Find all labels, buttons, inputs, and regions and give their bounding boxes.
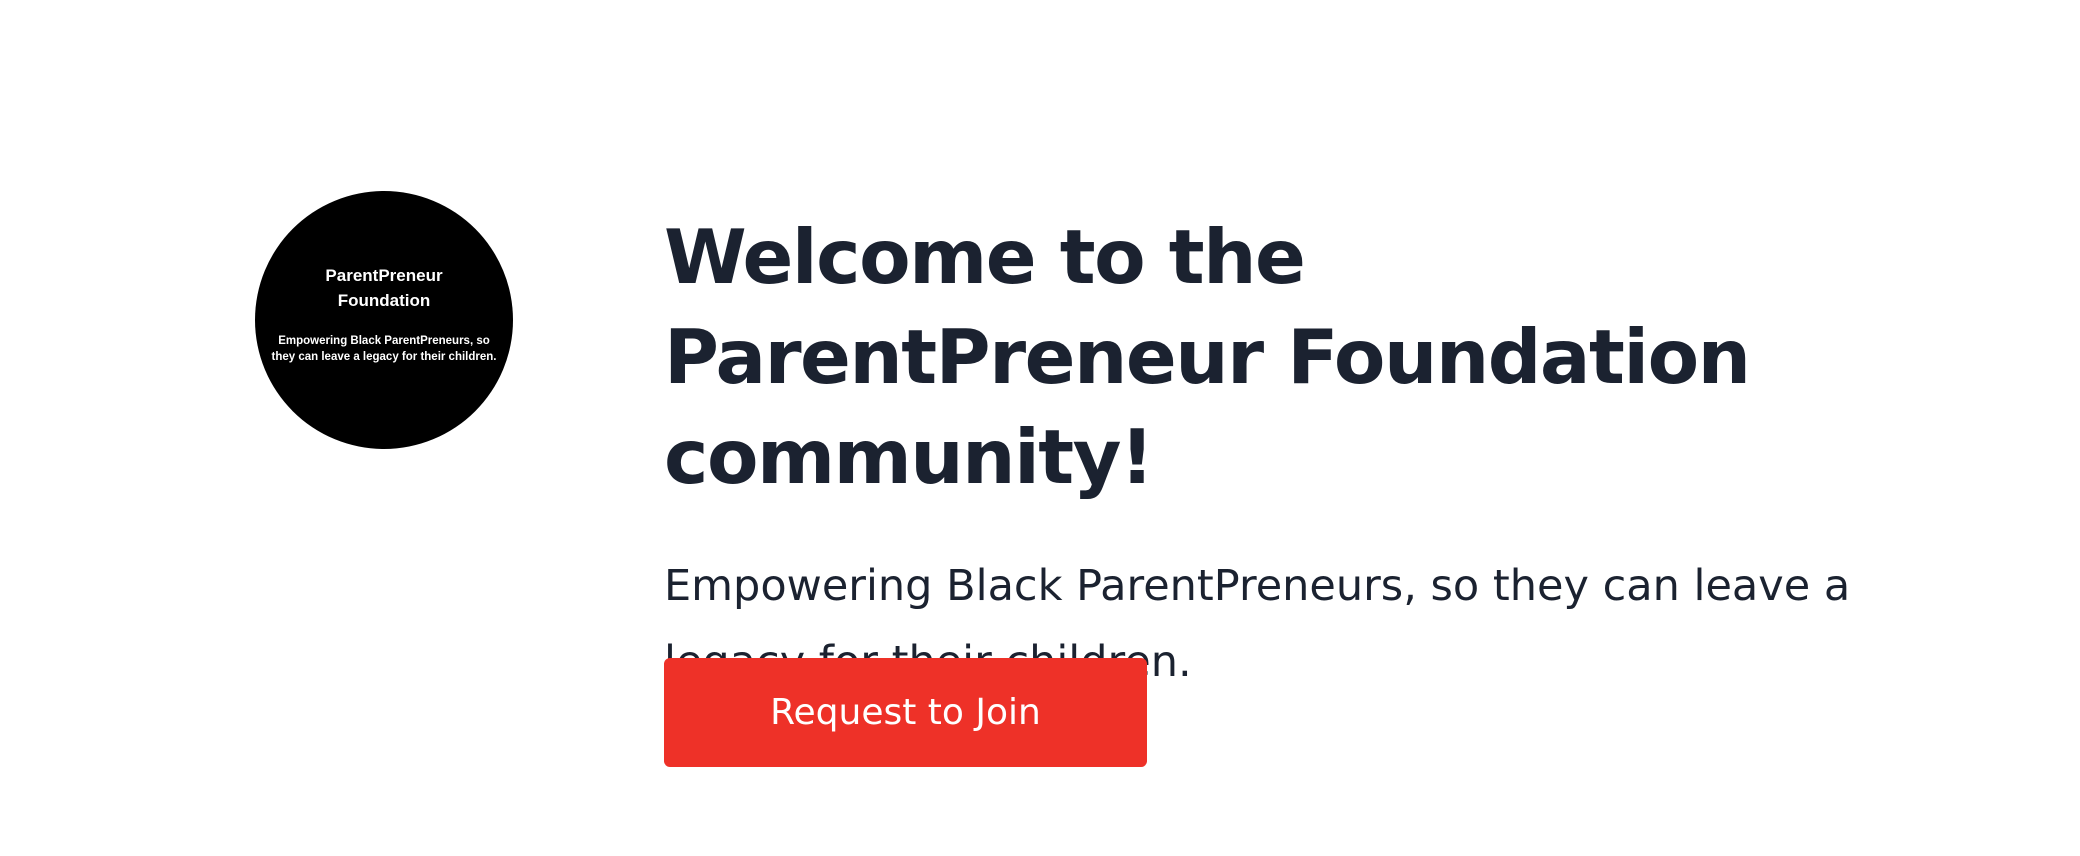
community-landing-page: ParentPreneur Foundation Empowering Blac… [0,0,2080,856]
logo-tagline: Empowering Black ParentPreneurs, so they… [271,335,497,363]
request-to-join-button[interactable]: Request to Join [664,658,1147,767]
community-logo: ParentPreneur Foundation Empowering Blac… [255,191,513,449]
hero-content: Welcome to the ParentPreneur Foundation … [664,207,1964,700]
logo-name-line1: ParentPreneur [325,266,443,285]
logo-name: ParentPreneur Foundation [325,263,442,313]
logo-name-line2: Foundation [337,291,431,310]
page-title: Welcome to the ParentPreneur Foundation … [664,213,1751,501]
